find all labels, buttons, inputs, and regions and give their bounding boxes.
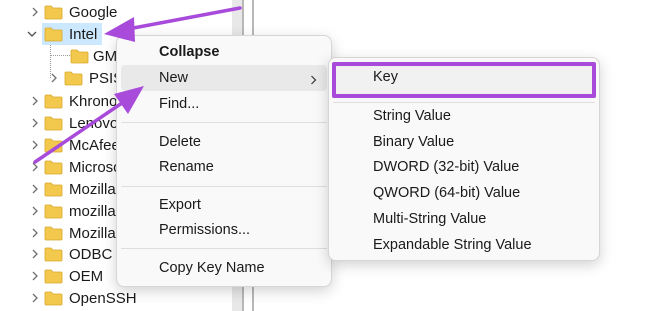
menu-separator bbox=[121, 248, 327, 249]
folder-icon bbox=[44, 160, 63, 175]
chevron-right-icon[interactable] bbox=[28, 1, 42, 23]
menu-item-find[interactable]: Find... bbox=[121, 91, 327, 117]
folder-icon bbox=[44, 27, 63, 42]
tree-item-openssh[interactable]: OpenSSH bbox=[0, 287, 232, 309]
menu-item-label: Export bbox=[159, 197, 201, 213]
folder-icon bbox=[44, 269, 63, 284]
menu-item-label: Copy Key Name bbox=[159, 260, 265, 276]
chevron-right-icon[interactable] bbox=[28, 90, 42, 112]
folder-icon bbox=[44, 204, 63, 219]
menu-separator bbox=[121, 122, 327, 123]
folder-icon bbox=[44, 138, 63, 153]
menu-item-rename[interactable]: Rename bbox=[121, 154, 327, 180]
tree-item-label: Lenovo bbox=[69, 114, 119, 132]
tree-item-label: ODBC bbox=[69, 245, 113, 263]
chevron-right-icon[interactable] bbox=[28, 243, 42, 265]
tree-item-label: OEM bbox=[69, 267, 104, 285]
chevron-right-icon bbox=[310, 73, 317, 89]
chevron-right-icon[interactable] bbox=[28, 200, 42, 222]
folder-icon bbox=[44, 5, 63, 20]
menu-item-label: Binary Value bbox=[373, 134, 455, 150]
folder-icon bbox=[44, 182, 63, 197]
tree-item-label: Google bbox=[69, 3, 118, 21]
chevron-right-icon[interactable] bbox=[28, 222, 42, 244]
submenu-item-binary-value[interactable]: Binary Value bbox=[333, 129, 595, 155]
chevron-right-icon[interactable] bbox=[28, 265, 42, 287]
chevron-right-icon[interactable] bbox=[28, 156, 42, 178]
chevron-right-icon[interactable] bbox=[28, 287, 42, 309]
menu-item-label: Permissions... bbox=[159, 222, 251, 238]
context-menu: Collapse New Find... Delete Rename Expor… bbox=[116, 35, 332, 287]
menu-item-label: New bbox=[159, 70, 189, 86]
folder-icon bbox=[44, 247, 63, 262]
menu-item-permissions[interactable]: Permissions... bbox=[121, 217, 327, 243]
new-submenu: Key String Value Binary Value DWORD (32-… bbox=[328, 57, 600, 261]
menu-item-new[interactable]: New bbox=[121, 65, 327, 91]
menu-item-label: QWORD (64-bit) Value bbox=[373, 185, 521, 201]
chevron-right-icon[interactable] bbox=[28, 178, 42, 200]
menu-item-label: Key bbox=[373, 69, 398, 85]
menu-item-label: Collapse bbox=[159, 44, 220, 60]
tree-item-label: Intel bbox=[69, 25, 98, 43]
menu-item-export[interactable]: Export bbox=[121, 192, 327, 218]
submenu-item-string-value[interactable]: String Value bbox=[333, 103, 595, 129]
folder-icon bbox=[44, 291, 63, 306]
tree-item-label: Mozilla bbox=[69, 180, 116, 198]
submenu-item-expandable-string-value[interactable]: Expandable String Value bbox=[333, 232, 595, 258]
chevron-down-icon[interactable] bbox=[25, 23, 39, 45]
submenu-item-qword-value[interactable]: QWORD (64-bit) Value bbox=[333, 180, 595, 206]
menu-item-copy-key-name[interactable]: Copy Key Name bbox=[121, 255, 327, 281]
chevron-right-icon[interactable] bbox=[28, 112, 42, 134]
folder-icon bbox=[64, 71, 83, 86]
menu-item-label: String Value bbox=[373, 108, 451, 124]
chevron-right-icon[interactable] bbox=[28, 134, 42, 156]
folder-icon bbox=[44, 94, 63, 109]
menu-item-collapse[interactable]: Collapse bbox=[121, 39, 327, 65]
folder-icon bbox=[44, 226, 63, 241]
tree-item-google[interactable]: Google bbox=[0, 1, 232, 23]
menu-item-label: Delete bbox=[159, 134, 201, 150]
folder-icon bbox=[70, 49, 89, 64]
menu-separator bbox=[121, 186, 327, 187]
menu-item-label: Rename bbox=[159, 159, 214, 175]
submenu-item-dword-value[interactable]: DWORD (32-bit) Value bbox=[333, 154, 595, 180]
menu-item-label: Find... bbox=[159, 96, 200, 112]
menu-item-label: Multi-String Value bbox=[373, 211, 487, 227]
chevron-right-icon[interactable] bbox=[47, 67, 61, 89]
folder-icon bbox=[44, 116, 63, 131]
menu-item-label: DWORD (32-bit) Value bbox=[373, 159, 520, 175]
submenu-item-key[interactable]: Key bbox=[337, 64, 591, 90]
tree-item-label: OpenSSH bbox=[69, 289, 137, 307]
menu-item-label: Expandable String Value bbox=[373, 237, 532, 253]
submenu-item-multi-string-value[interactable]: Multi-String Value bbox=[333, 206, 595, 232]
menu-item-delete[interactable]: Delete bbox=[121, 129, 327, 155]
tree-item-label: McAfee bbox=[69, 136, 120, 154]
